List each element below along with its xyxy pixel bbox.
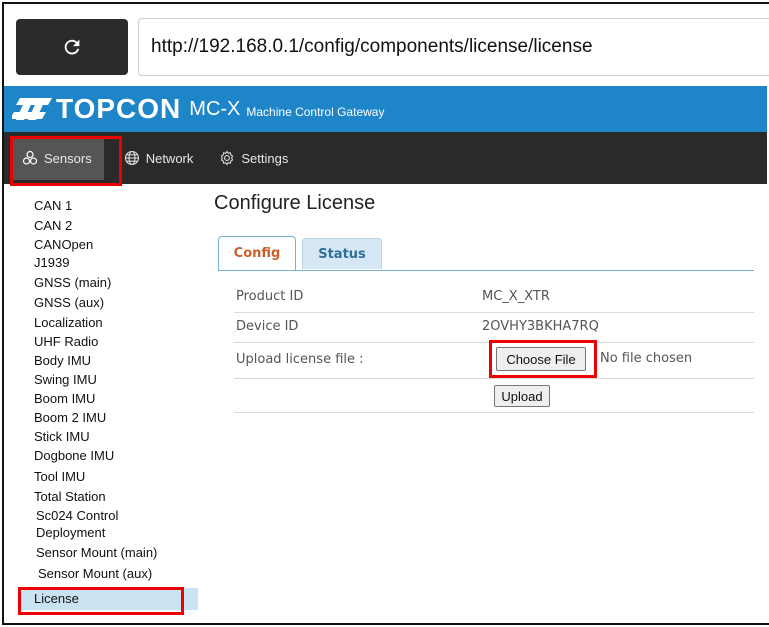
sidebar-item-can1[interactable]: CAN 1 (34, 198, 72, 213)
nav-network-label: Network (145, 150, 194, 166)
sidebar-item-body-imu[interactable]: Body IMU (34, 353, 91, 368)
tab-status[interactable]: Status (302, 238, 382, 269)
highlight-license (18, 587, 184, 615)
globe-icon (124, 150, 139, 166)
sidebar-item-deployment[interactable]: Deployment (36, 525, 105, 540)
brand-bar: TOPCON MC-X Machine Control Gateway (4, 86, 767, 132)
sidebar-item-uhf-radio[interactable]: UHF Radio (34, 334, 98, 349)
sidebar-item-gnss-aux[interactable]: GNSS (aux) (34, 295, 104, 310)
topcon-logo-icon (12, 98, 52, 120)
page-title: Configure License (214, 192, 376, 214)
device-id-value: 2OVHY3BKHA7RQ (482, 319, 599, 334)
upload-license-label: Upload license file : (236, 352, 364, 367)
gear-icon (221, 150, 234, 166)
product-id-label: Product ID (236, 289, 304, 304)
row-product-id: Product ID MC_X_XTR (234, 286, 754, 313)
no-file-chosen-text: No file chosen (600, 351, 693, 366)
sidebar: CAN 1 CAN 2 CANOpen J1939 GNSS (main) GN… (4, 184, 198, 623)
sidebar-item-dogbone-imu[interactable]: Dogbone IMU (34, 448, 114, 463)
product-id-value: MC_X_XTR (482, 289, 550, 304)
sidebar-item-can2[interactable]: CAN 2 (34, 218, 72, 233)
sidebar-item-stick-imu[interactable]: Stick IMU (34, 429, 90, 444)
product-subtitle: Machine Control Gateway (246, 105, 385, 119)
nav-network[interactable]: Network (114, 132, 204, 184)
tab-config[interactable]: Config (218, 236, 296, 270)
sidebar-item-canopen[interactable]: CANOpen (34, 237, 93, 252)
sidebar-item-localization[interactable]: Localization (34, 315, 103, 330)
sidebar-item-total-station[interactable]: Total Station (34, 489, 106, 504)
brand-logo-text: TOPCON (56, 93, 182, 124)
sidebar-item-tool-imu[interactable]: Tool IMU (34, 469, 85, 484)
highlight-choose-file (489, 340, 597, 378)
nav-settings[interactable]: Settings (209, 132, 298, 184)
sidebar-item-boom2-imu[interactable]: Boom 2 IMU (34, 410, 106, 425)
sidebar-item-sensor-mount-aux[interactable]: Sensor Mount (aux) (38, 566, 152, 581)
reload-icon (64, 39, 80, 55)
reload-button[interactable] (16, 19, 128, 75)
url-field[interactable]: http://192.168.0.1/config/components/lic… (138, 18, 769, 76)
product-name: MC-X (189, 97, 241, 120)
sidebar-item-gnss-main[interactable]: GNSS (main) (34, 275, 111, 290)
highlight-sensors (10, 136, 122, 186)
sidebar-item-sc024-control[interactable]: Sc024 Control (36, 508, 118, 523)
upload-button[interactable]: Upload (494, 385, 550, 407)
nav-settings-label: Settings (241, 150, 289, 166)
row-device-id: Device ID 2OVHY3BKHA7RQ (234, 312, 754, 343)
sidebar-item-sensor-mount-main[interactable]: Sensor Mount (main) (36, 545, 157, 560)
device-id-label: Device ID (236, 319, 299, 334)
address-bar-row: http://192.168.0.1/config/components/lic… (4, 4, 769, 86)
tab-bar: Config Status (218, 236, 754, 271)
sidebar-item-boom-imu[interactable]: Boom IMU (34, 391, 95, 406)
sidebar-item-swing-imu[interactable]: Swing IMU (34, 372, 97, 387)
sidebar-item-j1939[interactable]: J1939 (34, 255, 69, 270)
